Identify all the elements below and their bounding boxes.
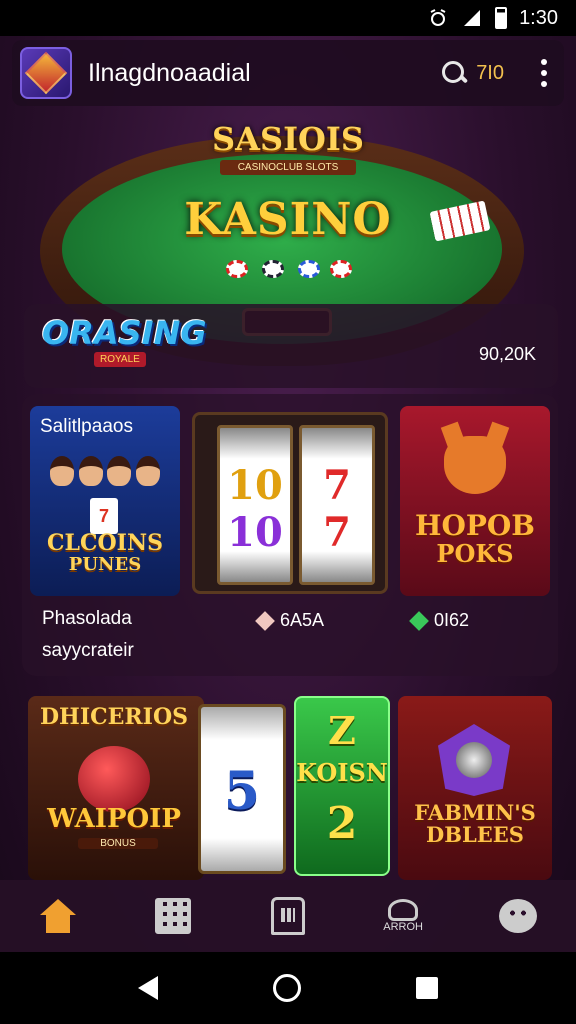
chat-icon bbox=[499, 899, 538, 933]
search-value: 7I0 bbox=[476, 61, 504, 84]
game-tile-7-label: FABMIN'S DBLEES bbox=[414, 800, 536, 847]
grid-icon bbox=[154, 898, 191, 934]
home-icon bbox=[39, 899, 76, 933]
clock: 1:30 bbox=[519, 6, 558, 29]
status-bar: 1:30 bbox=[0, 0, 576, 36]
menu-icon[interactable] bbox=[532, 55, 556, 91]
game-tile-1[interactable]: Salitlpaaos 7 CLCOINS PUNES bbox=[30, 406, 180, 596]
featured-banner[interactable]: ORASING ROYALE 90,20K bbox=[24, 304, 558, 388]
search-area[interactable]: 7I0 bbox=[440, 59, 504, 87]
app-logo[interactable] bbox=[20, 47, 72, 99]
app-bar: Ilnagdnoaadial 7I0 bbox=[12, 40, 564, 106]
game-tile-5-reel[interactable]: 5 bbox=[198, 704, 286, 874]
home-button-icon[interactable] bbox=[272, 974, 301, 1002]
dice-emblem-icon bbox=[438, 724, 510, 796]
recents-icon[interactable] bbox=[416, 977, 439, 999]
games-caption-2: sayycrateir bbox=[42, 640, 134, 661]
game-tile-6[interactable]: Z KOISN 2 bbox=[294, 696, 390, 876]
gem-icon bbox=[409, 610, 429, 631]
nav-lobby[interactable] bbox=[258, 886, 318, 946]
building-icon bbox=[270, 897, 305, 935]
chip-icon bbox=[298, 260, 320, 278]
fruit-icon bbox=[78, 746, 150, 812]
game-tile-2-slot[interactable]: 10 10 7 7 bbox=[192, 412, 388, 594]
back-icon[interactable] bbox=[137, 976, 158, 1000]
chip-icon bbox=[330, 260, 352, 278]
game-tile-5-value: 5 bbox=[223, 761, 261, 822]
chip-icon bbox=[262, 260, 284, 278]
slot-reel-1: 10 10 bbox=[217, 425, 293, 585]
nav-profile-label: ARROH bbox=[383, 921, 424, 933]
profile-icon bbox=[388, 899, 419, 921]
diamond-icon bbox=[24, 51, 68, 95]
game-tile-6-line3: 2 bbox=[326, 798, 358, 849]
game-tile-4[interactable]: DHICERIOS WAIPOIP BONUS bbox=[28, 696, 204, 880]
nav-chat[interactable] bbox=[488, 886, 548, 946]
hero-title: KASINO bbox=[184, 194, 392, 245]
hero-badge-tag: CASINOCLUB SLOTS bbox=[220, 160, 356, 175]
app-screen: 1:30 Ilnagdnoaadial 7I0 SASIOIS CASINOCL… bbox=[0, 0, 576, 1024]
game-tile-6-line2: KOISN bbox=[296, 758, 388, 787]
game-tile-6-line1: Z bbox=[328, 708, 356, 753]
bottom-nav: ARROH bbox=[0, 880, 576, 952]
nav-profile[interactable]: ARROH bbox=[373, 886, 433, 946]
signal-icon bbox=[464, 10, 481, 26]
system-nav-bar bbox=[0, 952, 576, 1024]
price-1: 6A5A bbox=[255, 610, 324, 631]
game-tile-7[interactable]: FABMIN'S DBLEES bbox=[398, 696, 552, 880]
hero-banner[interactable]: SASIOIS CASINOCLUB SLOTS KASINO bbox=[0, 106, 576, 366]
games-row-2: DHICERIOS WAIPOIP BONUS 5 Z KOISN 2 FABM… bbox=[28, 696, 552, 880]
featured-logo: ORASING bbox=[42, 314, 207, 352]
price-2: 0I62 bbox=[409, 610, 469, 631]
game-tile-4-small: BONUS bbox=[78, 838, 158, 849]
game-tile-3[interactable]: HOPOB POKS bbox=[400, 406, 550, 596]
game-tile-1-heading: Salitlpaaos bbox=[40, 416, 133, 437]
nav-games[interactable] bbox=[143, 886, 203, 946]
battery-icon bbox=[495, 7, 508, 29]
game-tile-3-label: HOPOB POKS bbox=[415, 509, 535, 568]
app-title: Ilnagdnoaadial bbox=[88, 58, 251, 87]
search-icon[interactable] bbox=[440, 59, 468, 87]
fox-icon bbox=[444, 436, 506, 494]
featured-count: 90,20K bbox=[478, 344, 536, 364]
alarm-icon bbox=[430, 9, 446, 26]
gem-icon bbox=[255, 610, 275, 631]
games-caption-1: Phasolada bbox=[42, 608, 132, 629]
nav-home[interactable] bbox=[28, 886, 88, 946]
game-tile-4-top: DHICERIOS bbox=[39, 704, 189, 730]
chip-icon bbox=[226, 260, 248, 278]
game-tile-4-bottom: WAIPOIP bbox=[47, 804, 181, 834]
slot-reel-2: 7 7 bbox=[299, 425, 375, 585]
featured-logo-tag: ROYALE bbox=[94, 352, 146, 367]
card-icon: 7 bbox=[90, 498, 118, 534]
hero-badge-title: SASIOIS bbox=[212, 120, 364, 158]
games-panel: Salitlpaaos 7 CLCOINS PUNES 10 10 7 7 HO… bbox=[22, 394, 558, 676]
game-tile-1-label: CLCOINS PUNES bbox=[47, 530, 163, 575]
